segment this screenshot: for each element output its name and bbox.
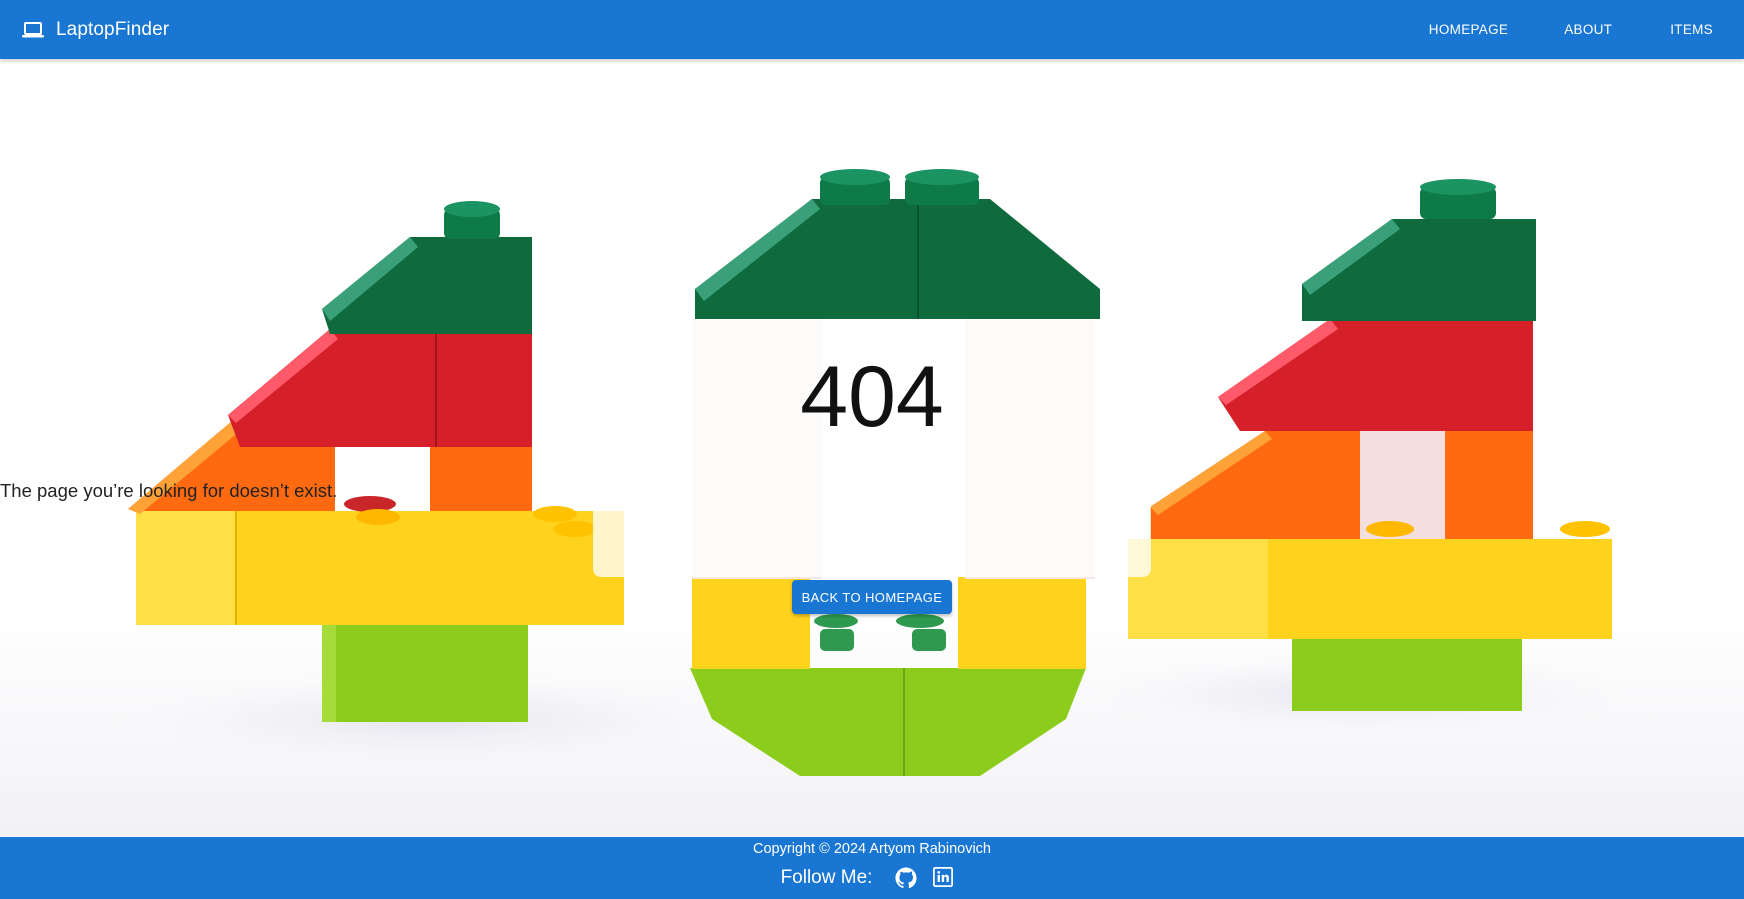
main-nav: HOMEPAGE ABOUT ITEMS xyxy=(1429,0,1744,59)
laptop-icon xyxy=(22,21,44,39)
footer: Copyright © 2024 Artyom Rabinovich Follo… xyxy=(0,837,1744,899)
back-to-homepage-button[interactable]: BACK TO HOMEPAGE xyxy=(792,580,952,614)
error-message: The page you’re looking for doesn’t exis… xyxy=(0,480,338,501)
lego-digit-left xyxy=(128,201,624,722)
nav-homepage[interactable]: HOMEPAGE xyxy=(1429,0,1508,59)
linkedin-icon[interactable] xyxy=(933,867,955,889)
copyright-text: Copyright © 2024 Artyom Rabinovich xyxy=(753,841,991,857)
page: LaptopFinder HOMEPAGE ABOUT ITEMS 404 Th… xyxy=(0,0,1744,899)
nav-items[interactable]: ITEMS xyxy=(1670,0,1713,59)
nav-about[interactable]: ABOUT xyxy=(1564,0,1612,59)
app-bar: LaptopFinder HOMEPAGE ABOUT ITEMS xyxy=(0,0,1744,59)
error-code: 404 xyxy=(800,349,944,445)
brand-link[interactable]: LaptopFinder xyxy=(22,19,169,41)
brand-title: LaptopFinder xyxy=(56,18,170,40)
lego-digit-right xyxy=(1128,179,1612,711)
follow-label: Follow Me: xyxy=(780,867,873,888)
github-icon[interactable] xyxy=(895,867,917,889)
error-card: 404 xyxy=(593,319,1151,577)
error-hero: 404 The page you’re looking for doesn’t … xyxy=(0,59,1744,837)
follow-section: Follow Me: xyxy=(0,867,1744,889)
